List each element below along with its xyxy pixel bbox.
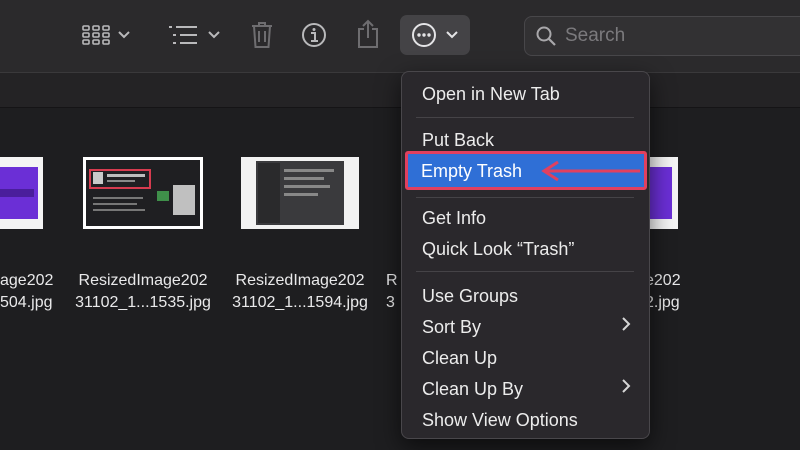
search-field[interactable] <box>524 16 800 56</box>
file-name: ResizedImage202 31102_1...1535.jpg <box>75 272 211 311</box>
menu-item-label: Empty Trash <box>421 161 523 181</box>
more-actions-menu: Open in New Tab Put Back Get Info Quick … <box>401 71 650 439</box>
chevron-down-icon <box>208 31 220 39</box>
search-input[interactable] <box>563 24 767 48</box>
file-thumbnail <box>241 157 359 229</box>
file-thumbnail <box>83 157 203 229</box>
trash-icon <box>252 22 272 48</box>
menu-item-sort-by[interactable]: Sort By <box>422 317 481 338</box>
menu-separator <box>416 197 634 198</box>
chevron-right-icon <box>621 316 631 337</box>
menu-item-use-groups[interactable]: Use Groups <box>422 286 518 307</box>
file-name: e202 2.jpg <box>645 272 681 311</box>
path-bar <box>0 73 800 108</box>
file-name: age202 504.jpg <box>0 272 54 311</box>
arrow-left-icon <box>541 160 640 182</box>
group-button[interactable] <box>164 20 224 50</box>
delete-button[interactable] <box>248 20 276 50</box>
menu-separator <box>416 117 634 118</box>
finder-toolbar <box>0 0 800 73</box>
menu-item-clean-up[interactable]: Clean Up <box>422 348 497 369</box>
search-icon <box>536 26 556 46</box>
grid-icon <box>82 25 110 45</box>
share-icon <box>358 19 378 48</box>
menu-item-open-in-new-tab[interactable]: Open in New Tab <box>422 84 560 105</box>
menu-separator <box>416 271 634 272</box>
share-button[interactable] <box>355 18 381 50</box>
chevron-right-icon <box>621 378 631 399</box>
menu-item-quick-look[interactable]: Quick Look “Trash” <box>422 239 574 260</box>
chevron-down-icon <box>446 31 458 39</box>
menu-item-show-view-options[interactable]: Show View Options <box>422 410 578 431</box>
file-name: ResizedImage202 31102_1...1594.jpg <box>232 272 368 311</box>
menu-item-get-info[interactable]: Get Info <box>422 208 486 229</box>
get-info-button[interactable] <box>300 21 328 49</box>
menu-item-empty-trash[interactable]: Empty Trash <box>405 151 647 190</box>
menu-item-put-back[interactable]: Put Back <box>422 130 494 151</box>
list-group-icon <box>169 26 197 44</box>
more-actions-button[interactable] <box>400 15 470 55</box>
icon-view-button[interactable] <box>78 20 134 50</box>
info-icon <box>302 23 326 47</box>
chevron-down-icon <box>118 31 130 39</box>
file-thumbnail <box>0 157 43 229</box>
menu-item-clean-up-by[interactable]: Clean Up By <box>422 379 523 400</box>
ellipsis-circle-icon <box>412 23 436 47</box>
